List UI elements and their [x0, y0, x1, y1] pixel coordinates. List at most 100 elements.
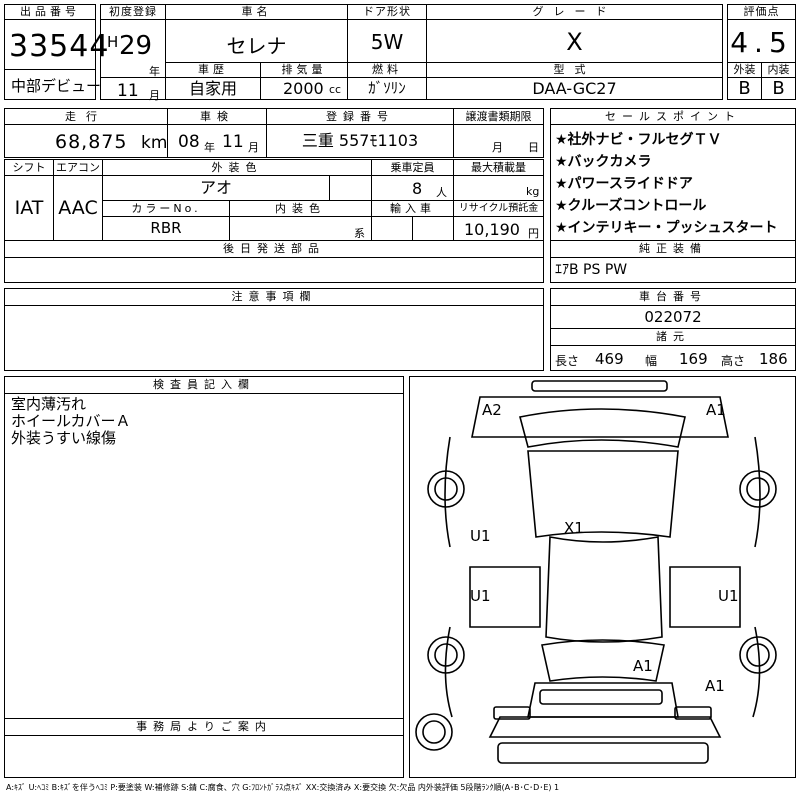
inspector-line-2: ホイールカバーＡ	[11, 412, 131, 430]
history-label: 車歴	[165, 62, 261, 78]
length-value: 469	[595, 350, 624, 368]
inspection-month-unit: 月	[248, 141, 259, 154]
mark-u1-left-rear: U1	[470, 587, 491, 605]
registration-era: H	[107, 33, 119, 51]
chassis-label: 車台番号	[550, 288, 796, 306]
aircon-value: AAC	[53, 175, 103, 241]
sales-point-5: ★インテリキー・プッシュスタート	[555, 220, 778, 236]
capacity-label: 乗車定員	[371, 159, 454, 176]
recycle-label: リサイクル預託金	[453, 200, 544, 217]
registration-label: 初度登録	[101, 5, 165, 20]
height-label: 高さ	[721, 354, 746, 368]
mark-a2-front-left: A2	[482, 401, 502, 419]
recycle-value: 10,190	[464, 220, 520, 239]
score-value: 4.5	[730, 26, 793, 59]
exterior-label: 外装	[727, 62, 762, 78]
model-code-value: DAA-GC27	[426, 77, 723, 100]
height-value: 186	[759, 350, 788, 368]
int-color-label: 内装色	[229, 200, 372, 217]
equipment-label: 純正装備	[550, 240, 796, 258]
equipment-value: ｴｱB PS PW	[550, 257, 796, 283]
ext-color-value: アオ	[102, 175, 330, 201]
notes-area	[4, 305, 544, 371]
inspection-year: 08	[178, 132, 200, 152]
dimensions-row: 長さ 469 幅 169 高さ 186	[550, 345, 796, 371]
grade-label: グレード	[427, 5, 722, 20]
transfer-day-unit: 日	[528, 141, 539, 154]
displacement-label: 排気量	[260, 62, 348, 78]
door-value: 5W	[370, 30, 404, 54]
displacement-unit: cc	[329, 83, 342, 96]
mark-x1-roof: X1	[564, 519, 584, 537]
sales-point-4: ★クルーズコントロール	[555, 198, 707, 214]
door-label: ドア形状	[348, 5, 426, 20]
inspector-label: 検査員記入欄	[4, 376, 404, 394]
grade-box: グレード X	[426, 4, 723, 63]
aircon-label: エアコン	[53, 159, 103, 176]
recycle-unit: 円	[528, 227, 539, 240]
mark-a1-rear-right: A1	[705, 677, 725, 695]
max-load-label: 最大積載量	[453, 159, 544, 176]
displacement-value: 2000	[283, 79, 324, 98]
later-parts-value	[4, 257, 544, 283]
grade-value: X	[566, 28, 583, 56]
recycle-cell: 10,190 円	[453, 216, 544, 241]
capacity-cell: 8 人	[371, 175, 454, 201]
mark-u1-right-rear: U1	[718, 587, 739, 605]
inspection-month: 11	[222, 132, 244, 152]
inspection-year-unit: 年	[204, 141, 215, 154]
inspector-line-1: 室内薄汚れ	[11, 395, 87, 413]
lot-box: 出品番号 33544 中部デビュー	[4, 4, 108, 100]
shift-value: IAT	[4, 175, 54, 241]
transfer-cell: 月 日	[453, 124, 544, 158]
mileage-unit: km	[141, 133, 168, 153]
sales-point-2: ★バックカメラ	[555, 154, 652, 170]
mileage-label: 走行	[4, 108, 168, 125]
venue: 中部デビュー	[11, 77, 102, 95]
import-value-b	[412, 216, 454, 241]
registration-box: 初度登録 H 29 年 11 月	[100, 4, 166, 102]
int-color-cell: 系	[229, 216, 372, 241]
interior-grade: B	[761, 77, 796, 100]
width-value: 169	[679, 350, 708, 368]
interior-label: 内装	[761, 62, 796, 78]
max-load-unit: kg	[526, 185, 540, 198]
mark-u1-left-front: U1	[470, 527, 491, 545]
inspection-cell: 08 年 11 月	[167, 124, 267, 158]
chassis-value: 022072	[550, 305, 796, 329]
registration-year: 29	[119, 31, 153, 61]
office-label: 事務局よりご案内	[4, 718, 404, 736]
sales-points-list: ★社外ナビ・フルセグＴＶ ★バックカメラ ★パワースライドドア ★クルーズコント…	[550, 124, 796, 241]
notes-label: 注意事項欄	[4, 288, 544, 306]
mileage-value: 68,875	[55, 131, 128, 153]
lot-number: 33544	[9, 29, 110, 64]
plate-value: 三重 557ﾓ1103	[266, 124, 454, 158]
fuel-value: ｶﾞｿﾘﾝ	[347, 77, 427, 100]
car-name-box: 車名 セレナ	[165, 4, 348, 63]
inspector-line-3: 外装うすい線傷	[11, 429, 117, 447]
later-parts-label: 後日発送部品	[4, 240, 544, 258]
legend: A:ｷｽﾞ U:ﾍｺﾐ B:ｷｽﾞを伴うﾍｺﾐ P:要塗装 W:補修跡 S:錆 …	[6, 783, 560, 792]
door-box: ドア形状 5W	[347, 4, 427, 63]
fuel-label: 燃料	[347, 62, 427, 78]
color-no-label: カラーNo.	[102, 200, 230, 217]
int-color-unit: 系	[354, 227, 365, 240]
mark-a1-front-right: A1	[706, 401, 726, 419]
width-label: 幅	[645, 354, 658, 368]
displacement-cell: 2000 cc	[260, 77, 348, 100]
damage-diagram: A2 A1 X1 U1 U1 U1 A1 A1	[409, 376, 796, 778]
sales-point-3: ★パワースライドドア	[555, 176, 693, 192]
registration-month-unit: 月	[149, 89, 160, 102]
inspection-label: 車検	[167, 108, 267, 125]
transfer-label: 譲渡書類期限	[453, 108, 544, 125]
import-label: 輸入車	[371, 200, 454, 217]
car-outline: A2 A1 X1 U1 U1 U1 A1 A1	[415, 380, 777, 764]
exterior-grade: B	[727, 77, 762, 100]
capacity-unit: 人	[436, 186, 447, 199]
ext-color-extra	[329, 175, 372, 201]
max-load-cell: kg	[453, 175, 544, 201]
length-label: 長さ	[555, 354, 580, 368]
capacity-value: 8	[412, 179, 423, 198]
model-code-label: 型式	[426, 62, 723, 78]
sales-points-label: セールスポイント	[550, 108, 796, 125]
